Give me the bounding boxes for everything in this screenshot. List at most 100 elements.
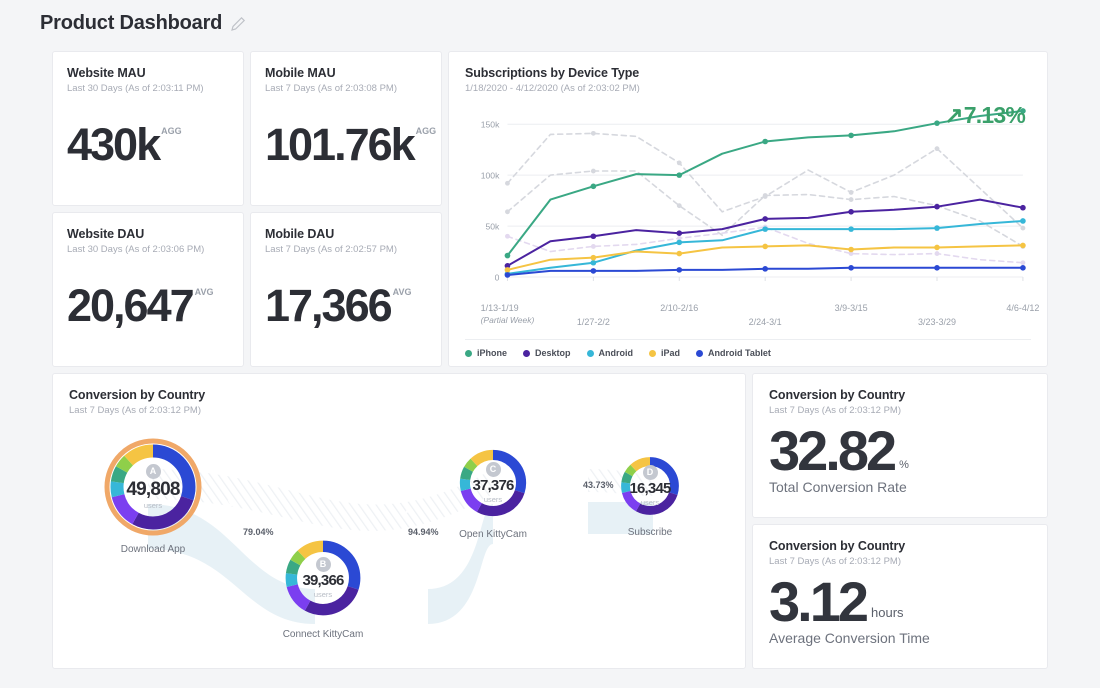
donut-center: B39,366users <box>279 534 367 622</box>
legend-label: Desktop <box>535 348 571 358</box>
metric-unit: % <box>899 459 909 471</box>
kpi-card-mobile-mau[interactable]: Mobile MAU Last 7 Days (As of 2:03:08 PM… <box>250 51 442 206</box>
donut-chart[interactable]: A49,808users <box>103 437 203 537</box>
bottom-row: Conversion by Country Last 7 Days (As of… <box>0 367 1100 669</box>
growth-value: 7.13% <box>964 102 1025 129</box>
kpi-value: 101.76k <box>265 122 414 167</box>
stage-value: 37,376 <box>472 478 513 493</box>
conversion-percentage: 94.94% <box>408 527 439 537</box>
svg-text:150k: 150k <box>481 120 500 130</box>
funnel-stage[interactable]: A49,808users Download App <box>103 437 203 555</box>
card-title: Mobile DAU <box>265 227 427 241</box>
legend-label: iPhone <box>477 348 507 358</box>
metric-card-average-conversion-time[interactable]: Conversion by Country Last 7 Days (As of… <box>752 524 1048 669</box>
side-column: Conversion by Country Last 7 Days (As of… <box>752 373 1048 669</box>
card-subtitle: Last 30 Days (As of 2:03:06 PM) <box>67 244 229 255</box>
legend-label: Android Tablet <box>708 348 771 358</box>
chart-legend: iPhone Desktop Android iPad Android Tablet <box>465 339 1031 358</box>
stage-value: 39,366 <box>302 573 343 588</box>
metric-value-group: 32.82 % <box>769 424 1031 477</box>
legend-item[interactable]: Desktop <box>523 348 571 358</box>
kpi-value-group: 17,366 AVG <box>265 283 411 328</box>
legend-label: iPad <box>661 348 680 358</box>
growth-arrow-icon: ↗ <box>944 102 962 129</box>
funnel-stage[interactable]: C37,376 users Open KittyCam <box>454 444 532 540</box>
stage-label: Download App <box>103 544 203 555</box>
legend-color-dot <box>523 350 530 357</box>
svg-text:100k: 100k <box>481 171 500 181</box>
donut-chart[interactable]: B39,366users <box>279 534 367 622</box>
stage-unit: users <box>484 495 502 504</box>
kpi-column-2: Mobile MAU Last 7 Days (As of 2:03:08 PM… <box>250 51 442 367</box>
card-title: Website DAU <box>67 227 229 241</box>
kpi-unit: AVG <box>393 287 412 297</box>
x-axis-tick-label: 2/10-2/16 <box>660 303 698 313</box>
kpi-value-group: 101.76k AGG <box>265 122 436 167</box>
metric-unit: hours <box>871 605 904 620</box>
funnel-stage[interactable]: D16,345usersSubscribe <box>616 452 684 538</box>
x-axis-tick-label: 3/9-3/15 <box>835 303 868 313</box>
card-subtitle: Last 30 Days (As of 2:03:11 PM) <box>67 83 229 94</box>
donut-center: D16,345 users <box>616 452 684 520</box>
flow-arrow-icon: ➤ <box>226 496 237 512</box>
donut-chart[interactable]: D16,345 users <box>616 452 684 520</box>
x-axis-tick-label: 1/27-2/2 <box>577 317 610 327</box>
stage-unit: users <box>144 501 162 510</box>
svg-text:50k: 50k <box>486 222 501 232</box>
card-subtitle: Last 7 Days (As of 2:02:57 PM) <box>265 244 427 255</box>
stage-badge: C <box>486 462 501 477</box>
partial-week-note: (Partial Week) <box>481 315 535 325</box>
metric-caption: Total Conversion Rate <box>769 479 1031 495</box>
page-title: Product Dashboard <box>40 12 222 35</box>
top-row: Website MAU Last 30 Days (As of 2:03:11 … <box>0 51 1100 367</box>
funnel-card-conversion[interactable]: Conversion by Country Last 7 Days (As of… <box>52 373 746 669</box>
kpi-column-1: Website MAU Last 30 Days (As of 2:03:11 … <box>52 51 244 367</box>
flow-arrow-icon: ➤ <box>571 477 582 493</box>
x-axis-tick-label: 3/23-3/29 <box>918 317 956 327</box>
card-subtitle: Last 7 Days (As of 2:03:12 PM) <box>769 405 1031 416</box>
conversion-percentage: 79.04% <box>243 527 274 537</box>
donut-chart[interactable]: C37,376 users <box>454 444 532 522</box>
card-title: Conversion by Country <box>769 388 1031 402</box>
kpi-card-mobile-dau[interactable]: Mobile DAU Last 7 Days (As of 2:02:57 PM… <box>250 212 442 367</box>
x-axis-tick-label: 4/6-4/12 <box>1006 303 1039 313</box>
card-title: Subscriptions by Device Type <box>465 66 1031 80</box>
chart-card-subscriptions[interactable]: Subscriptions by Device Type 1/18/2020 -… <box>448 51 1048 367</box>
legend-item[interactable]: Android <box>587 348 634 358</box>
donut-center: A49,808users <box>103 437 203 537</box>
metric-value: 32.82 <box>769 424 894 477</box>
funnel-stage[interactable]: B39,366usersConnect KittyCam <box>279 534 367 640</box>
card-subtitle: Last 7 Days (As of 2:03:08 PM) <box>265 83 427 94</box>
legend-item[interactable]: Android Tablet <box>696 348 771 358</box>
kpi-card-website-mau[interactable]: Website MAU Last 30 Days (As of 2:03:11 … <box>52 51 244 206</box>
metric-value: 3.12 <box>769 575 866 628</box>
x-axis-tick-label: 2/24-3/1 <box>749 317 782 327</box>
kpi-value: 430k <box>67 122 159 167</box>
kpi-card-website-dau[interactable]: Website DAU Last 30 Days (As of 2:03:06 … <box>52 212 244 367</box>
kpi-unit: AVG <box>195 287 214 297</box>
legend-color-dot <box>465 350 472 357</box>
legend-color-dot <box>649 350 656 357</box>
stage-label: Open KittyCam <box>454 529 532 540</box>
chart-x-axis: 1/13-1/19(Partial Week)1/27-2/22/10-2/16… <box>465 301 1031 337</box>
card-subtitle: 1/18/2020 - 4/12/2020 (As of 2:03:02 PM) <box>465 83 1031 94</box>
metric-card-total-conversion-rate[interactable]: Conversion by Country Last 7 Days (As of… <box>752 373 1048 518</box>
stage-badge: D <box>643 465 658 480</box>
donut-center: C37,376 users <box>454 444 532 522</box>
stage-value: 16,345 <box>629 481 670 496</box>
legend-item[interactable]: iPhone <box>465 348 507 358</box>
card-subtitle: Last 7 Days (As of 2:03:12 PM) <box>769 556 1031 567</box>
stage-label: Connect KittyCam <box>279 629 367 640</box>
page-header: Product Dashboard <box>0 0 1100 35</box>
pencil-icon[interactable] <box>230 16 246 32</box>
kpi-value-group: 430k AGG <box>67 122 182 167</box>
kpi-value: 20,647 <box>67 283 193 328</box>
growth-annotation: ↗ 7.13% <box>944 102 1025 129</box>
legend-color-dot <box>696 350 703 357</box>
legend-item[interactable]: iPad <box>649 348 680 358</box>
stage-unit: users <box>641 498 659 507</box>
legend-color-dot <box>587 350 594 357</box>
metric-value-group: 3.12 hours <box>769 575 1031 628</box>
stage-unit: users <box>314 590 332 599</box>
line-chart[interactable]: 050k100k150k ↗ 7.13% <box>465 100 1031 305</box>
